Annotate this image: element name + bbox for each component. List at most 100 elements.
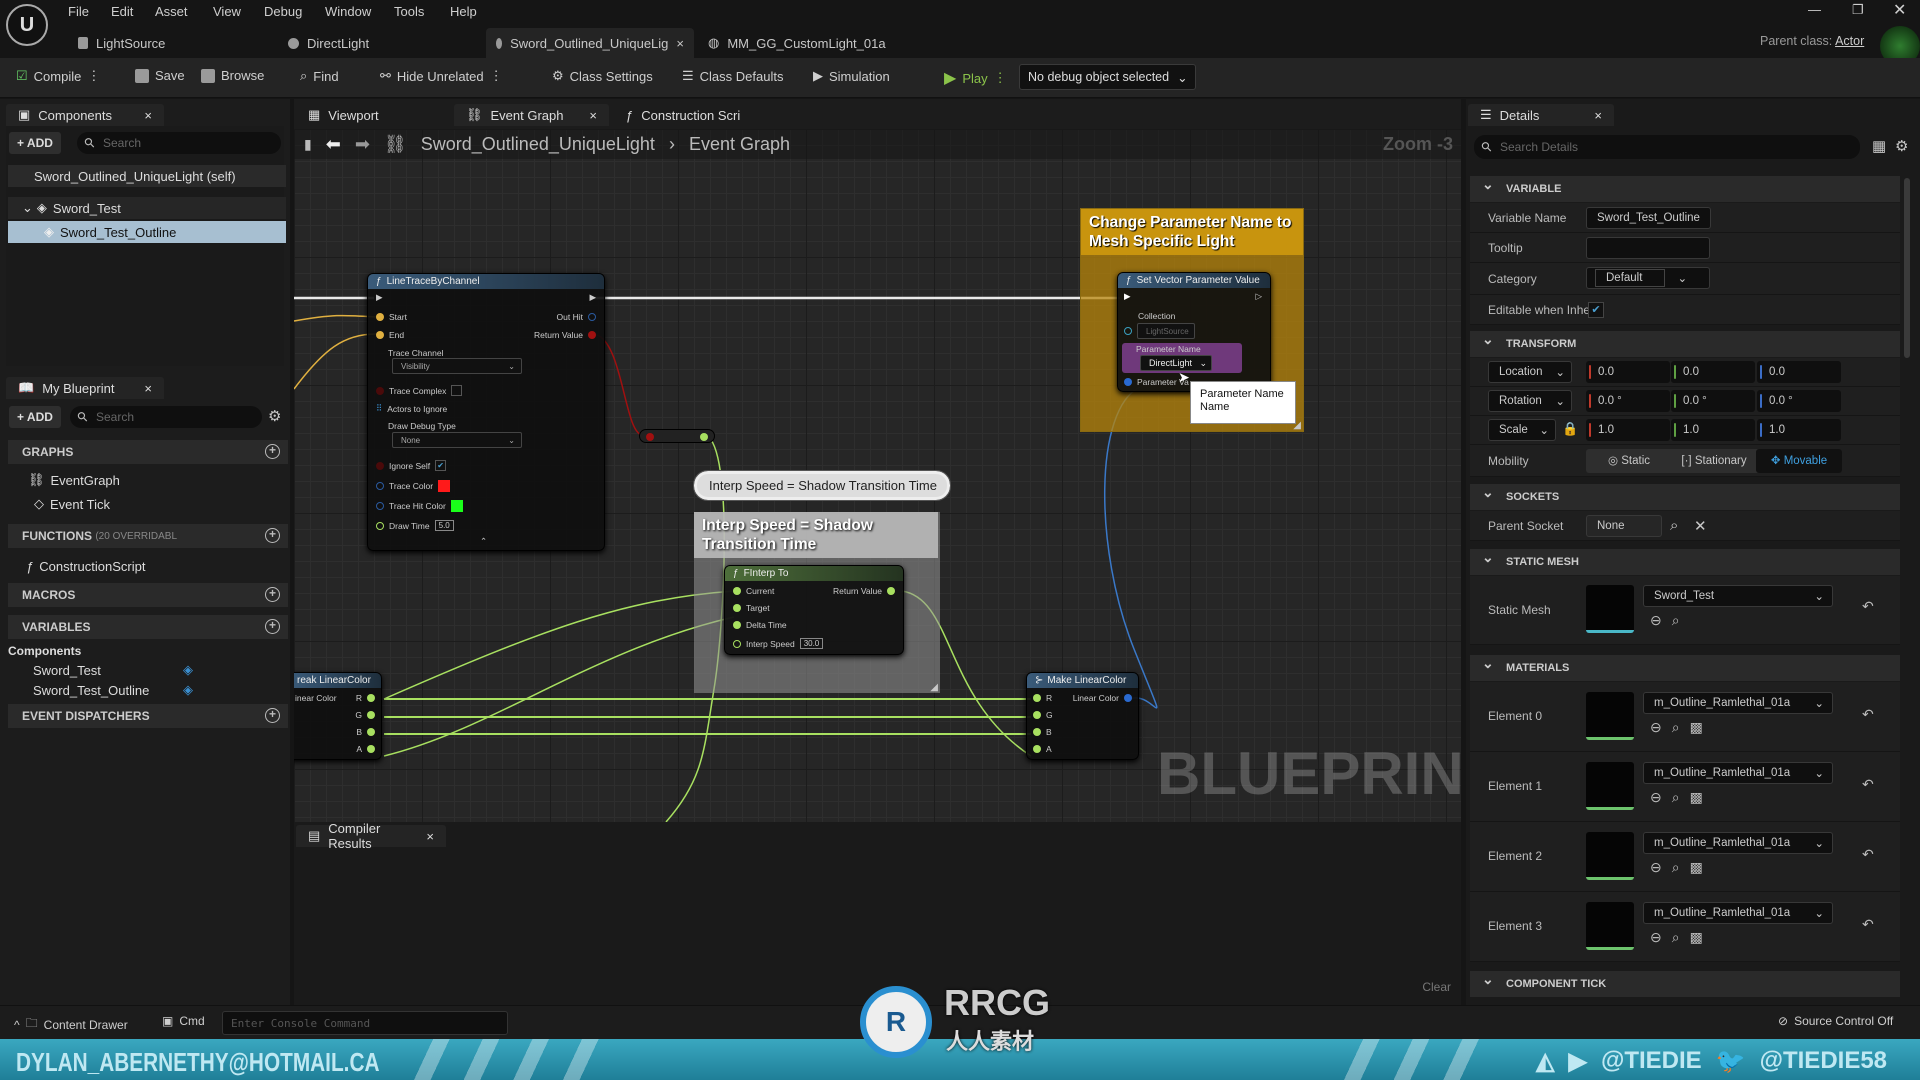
hide-unrelated-button[interactable]: ⚯ Hide Unrelated ⋮ [380,68,503,84]
node-finterp-to[interactable]: ƒ FInterp To Current Target Delta Time In… [724,565,904,655]
browse-search-icon[interactable]: ⌕ [1672,859,1680,876]
debug-object-select[interactable]: No debug object selected ⌄ [1019,64,1196,90]
node-line-trace-by-channel[interactable]: ƒ LineTraceByChannel ▶ ▶ Start End Out Hi… [367,273,605,551]
color-swatch[interactable] [438,480,451,492]
doc-tab-sword-outlined[interactable]: Sword_Outlined_UniqueLig × [486,28,694,58]
location-x-input[interactable]: 0.0 [1586,361,1670,383]
pin-trace-complex[interactable]: Trace Complex [376,385,463,396]
pin-trace-hit-color[interactable]: Trace Hit Color [376,500,463,512]
resize-handle-icon[interactable]: ◢ [930,682,938,693]
menu-view[interactable]: View [213,4,241,19]
category-combo[interactable]: Default ⌄ [1586,267,1710,289]
section-macros[interactable]: MACROS + [8,583,288,607]
doc-tab-mm-gg[interactable]: ◍ MM_GG_CustomLight_01a [698,28,896,58]
menu-debug[interactable]: Debug [264,4,302,19]
settings-gear-icon[interactable]: ⚙ [1895,137,1908,155]
checkbox-checked[interactable]: ✔ [435,460,447,471]
tab-viewport[interactable]: ▦ Viewport [296,104,391,126]
details-scrollbar[interactable] [1904,178,1910,358]
section-variables[interactable]: VARIABLES + [8,615,288,639]
material-thumbnail[interactable] [1586,692,1634,740]
section-graphs[interactable]: GRAPHS + [8,440,288,464]
menu-file[interactable]: File [68,4,89,19]
section-transform[interactable]: TRANSFORM [1470,331,1900,357]
comment-title[interactable]: Change Parameter Name to Mesh Specific L… [1081,209,1303,255]
pin-linear-color-out[interactable]: Linear Color [1073,693,1132,703]
mobility-stationary[interactable]: [·] Stationary [1672,449,1756,473]
pin-draw-time[interactable]: Draw Time 5.0 [376,520,454,531]
material-thumbnail[interactable] [1586,832,1634,880]
pin-b[interactable]: B [356,727,375,737]
close-window-button[interactable]: ✕ [1893,0,1906,20]
parent-socket-input[interactable]: None [1586,515,1662,537]
pin-return-value[interactable]: Return Value [833,586,895,596]
menu-window[interactable]: Window [325,4,371,19]
section-static-mesh[interactable]: STATIC MESH [1470,549,1900,575]
item-event-tick[interactable]: ◇ Event Tick [8,493,110,515]
material-picker[interactable]: m_Outline_Ramlethal_01a ⌄ [1643,762,1833,784]
pin-r[interactable]: R [356,693,375,703]
component-sword-test-outline[interactable]: ◈ Sword_Test_Outline [8,221,286,243]
exec-in-pin[interactable]: ▶ [376,292,383,303]
source-control-button[interactable]: ⊘ Source Control Off [1778,1014,1893,1028]
pin-b[interactable]: B [1033,727,1052,737]
section-sockets[interactable]: SOCKETS [1470,484,1900,510]
component-self[interactable]: Sword_Outlined_UniqueLight (self) [8,165,286,187]
pin-a[interactable]: A [1033,744,1052,754]
draw-time-input[interactable]: 5.0 [434,520,454,531]
pin-g[interactable]: G [355,710,375,720]
mesh-thumbnail[interactable] [1586,585,1634,633]
use-selected-icon[interactable]: ⊖ [1650,859,1662,876]
exec-in-pin[interactable]: ▶ [1124,291,1131,302]
checker-texture-icon[interactable]: ▩ [1690,719,1703,736]
pin-return-value[interactable]: Return Value [534,330,596,340]
scale-y-input[interactable]: 1.0 [1671,419,1755,441]
restore-button[interactable]: ❐ [1852,2,1864,18]
add-component-button[interactable]: + ADD [9,132,61,154]
scale-z-input[interactable]: 1.0 [1757,419,1841,441]
console-input[interactable]: Enter Console Command [222,1011,508,1035]
menu-tools[interactable]: Tools [394,4,424,19]
close-icon[interactable]: × [426,829,434,844]
pin-r[interactable]: R [1033,693,1052,703]
scale-x-input[interactable]: 1.0 [1586,419,1670,441]
close-icon[interactable]: × [144,108,152,123]
comment-bubble[interactable]: Interp Speed = Shadow Transition Time [693,470,951,501]
rotation-x-input[interactable]: 0.0 ° [1586,390,1670,412]
browse-search-icon[interactable]: ⌕ [1672,929,1680,946]
mobility-static[interactable]: ◎ Static [1586,449,1672,473]
location-z-input[interactable]: 0.0 [1757,361,1841,383]
editable-checkbox[interactable]: ✔ [1588,302,1604,318]
material-picker[interactable]: m_Outline_Ramlethal_01a ⌄ [1643,692,1833,714]
add-variable-icon[interactable]: + [265,619,280,634]
section-functions[interactable]: FUNCTIONS (20 OVERRIDABL + [8,524,288,548]
trace-channel-dropdown[interactable]: Visibility ⌄ [392,358,522,374]
variable-sword-test[interactable]: Sword_Test ◈ [8,659,208,681]
pin-target[interactable]: Target [733,603,770,613]
use-selected-icon[interactable]: ⊖ [1650,612,1662,629]
pin-end[interactable]: End [376,330,404,340]
scale-mode-select[interactable]: Scale ⌄ [1488,419,1556,441]
reroute-node[interactable] [639,429,715,443]
checker-texture-icon[interactable]: ▩ [1690,789,1703,806]
add-function-icon[interactable]: + [265,528,280,543]
use-selected-icon[interactable]: ⊖ [1650,929,1662,946]
mobility-movable[interactable]: ✥ Movable [1756,449,1842,473]
doc-tab-lightsource[interactable]: LightSource [68,28,175,58]
cmd-button[interactable]: ▣ Cmd [162,1014,205,1028]
components-search[interactable]: Search [77,132,281,154]
item-construction-script[interactable]: ƒ ConstructionScript [8,555,145,577]
exec-out-pin[interactable]: ▶ [589,292,596,303]
location-y-input[interactable]: 0.0 [1671,361,1755,383]
pin-collection[interactable]: LightSource [1124,323,1195,339]
section-materials[interactable]: MATERIALS [1470,655,1900,681]
section-component-tick[interactable]: COMPONENT TICK [1470,971,1900,997]
browse-button[interactable]: Browse [201,68,264,83]
doc-tab-directlight[interactable]: DirectLight [278,28,379,58]
pin-start[interactable]: Start [376,312,407,322]
property-matrix-icon[interactable]: ▦ [1872,137,1886,155]
use-selected-icon[interactable]: ⊖ [1650,719,1662,736]
pin-linear-color[interactable]: inear Color [295,693,337,703]
component-sword-test[interactable]: ⌄ ◈ Sword_Test [8,197,286,219]
material-picker[interactable]: m_Outline_Ramlethal_01a ⌄ [1643,902,1833,924]
